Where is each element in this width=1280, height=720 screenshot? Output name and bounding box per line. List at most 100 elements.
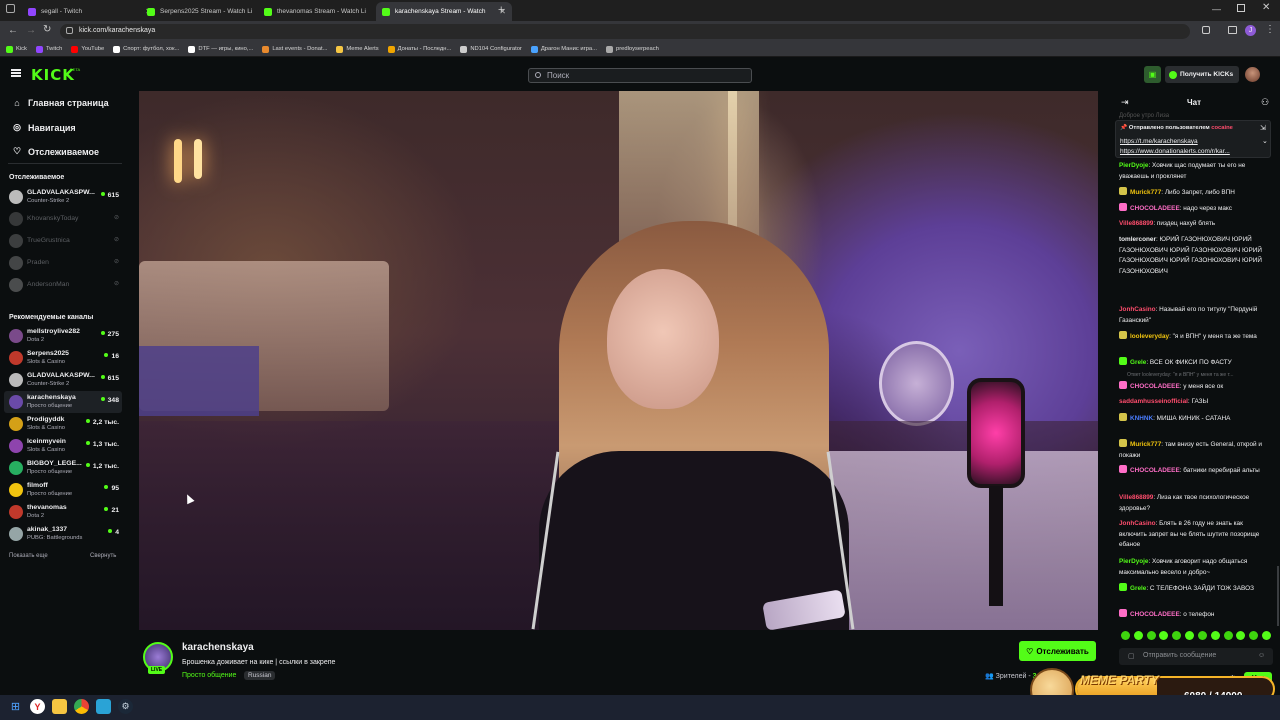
channel-item[interactable]: Praden ⊘ [4,252,122,274]
chat-message[interactable]: Murick777: Либо Запрет, либо ВПН [1119,187,1269,199]
chat-username[interactable]: Ville868899 [1119,220,1153,227]
follow-button[interactable]: ♡ Отслеживать [1019,641,1096,661]
address-bar[interactable]: kick.com/karachenskaya [60,24,1190,39]
bookmark-item[interactable]: Донаты - Последн... [387,45,451,53]
channel-item[interactable]: BIGBOY_LEGE... Просто общение 1,2 тыс. [4,457,122,479]
pinned-link[interactable]: https://t.me/karachenskaya [1120,138,1198,145]
chat-message[interactable]: Grele: ВСЕ ОК ФИКСИ ПО ФАСТУ [1119,357,1269,369]
kick-logo[interactable]: KICK [31,66,75,84]
maximize-icon[interactable] [1237,4,1245,12]
channel-item[interactable]: Iceinmyvein Slots & Casino 1,3 тыс. [4,435,122,457]
emote-icon[interactable] [1159,631,1169,640]
browser-tab[interactable]: Serpens2025 Stream - Watch Li ✕ [141,2,277,21]
unpin-icon[interactable]: ⇲ [1260,124,1266,132]
video-player[interactable] [139,91,1098,630]
chat-username[interactable]: saddamhusseinofficial [1119,398,1188,405]
chat-scrollbar[interactable] [1277,566,1279,626]
bookmark-item[interactable]: ND104 Configurator [460,45,522,53]
bookmark-item[interactable]: YouTube [71,45,104,53]
chat-settings-icon[interactable]: ▢ [1128,652,1135,660]
profile-avatar[interactable]: J [1245,25,1256,36]
emote-icon[interactable] [1172,631,1182,640]
emote-icon[interactable] [1210,631,1220,640]
channel-item[interactable]: GLADVALAKASPW... Counter-Strike 2 615 [4,186,122,208]
tab-search-icon[interactable] [6,4,15,13]
emote-icon[interactable] [1197,631,1207,640]
channel-item[interactable]: mellstroylive282 Dota 2 275 [4,325,122,347]
bookmark-item[interactable]: predloyserpeach [605,45,659,53]
chat-username[interactable]: Ville868899 [1119,494,1153,501]
chat-username[interactable]: looleveryday [1130,333,1169,340]
chat-message[interactable]: CHOCOLADEEE: у меня все ок [1119,381,1269,393]
pinned-message[interactable]: 📌 Отправлено пользователем cocaine https… [1115,120,1271,158]
chat-username[interactable]: CHOCOLADEEE [1130,205,1180,212]
channel-item[interactable]: AndersonMan ⊘ [4,274,122,296]
hamburger-menu-icon[interactable] [11,69,21,71]
show-more-link[interactable]: Показать еще [9,553,48,559]
emoji-icon[interactable]: ☺ [1258,652,1265,659]
bookmark-item[interactable]: Kick [6,45,27,53]
collapse-link[interactable]: Свернуть [90,553,116,559]
browser-tab[interactable]: segall - Twitch ✕ [22,2,158,21]
channel-item[interactable]: filmoff Просто общение 95 [4,479,122,501]
site-info-icon[interactable] [66,27,73,34]
chat-message[interactable]: KNHNK: МИША КИНИК - САТАНА [1119,413,1269,425]
chat-username[interactable]: JonhCasino [1119,306,1156,313]
chat-message[interactable]: Ville868899: пиздец нахуй блять [1119,219,1269,230]
emote-icon[interactable] [1185,631,1195,640]
notepad-icon[interactable] [96,699,111,714]
yandex-browser-icon[interactable]: Y [30,699,45,714]
emote-icon[interactable] [1223,631,1233,640]
bookmark-item[interactable]: Meme Alerts [336,45,379,53]
bookmark-item[interactable]: Twitch [35,45,62,53]
bookmark-item[interactable]: Last events - Donat... [262,45,327,53]
chat-username[interactable]: tomlerconer [1119,236,1156,243]
nav-home[interactable]: ⌂ Главная страница [12,98,108,108]
nav-following[interactable]: ♡ Отслеживаемое [12,146,99,157]
stream-category-link[interactable]: Просто общение [182,672,236,679]
emote-icon[interactable] [1146,631,1156,640]
new-tab-icon[interactable]: + [498,4,504,16]
collapse-chat-icon[interactable]: ⇥ [1121,97,1129,108]
chrome-icon[interactable] [74,699,89,714]
drops-icon[interactable]: ▣ [1144,66,1161,83]
chat-message[interactable]: PierDyoje: Ховчик аговорит надо общаться… [1119,557,1269,578]
chat-message[interactable]: Ville868899: Лиза как твое психологическ… [1119,493,1269,514]
file-explorer-icon[interactable] [52,699,67,714]
channel-item[interactable]: TrueGrustnica ⊘ [4,230,122,252]
chat-message[interactable]: JonhCasino: Называй его по титулу "Перду… [1119,305,1269,326]
bookmark-item[interactable]: Спорт: футбол, хок... [113,45,179,53]
chat-message[interactable]: tomlerconer: ЮРИЙ ГАЗОНЮХОВИЧ ЮРИЙ ГАЗОН… [1119,235,1269,277]
language-tag[interactable]: Russian [244,671,276,680]
emote-icon[interactable] [1249,631,1259,640]
chat-username[interactable]: KNHNK [1130,415,1153,422]
pinned-link[interactable]: https://www.donationalerts.com/r/kar... [1120,148,1260,155]
emote-icon[interactable] [1121,631,1130,640]
emote-icon[interactable] [1236,631,1246,640]
user-avatar[interactable] [1245,67,1260,82]
emote-icon[interactable] [1261,631,1271,640]
chat-username[interactable]: Grele [1130,359,1146,366]
minimize-icon[interactable]: — [1212,4,1221,14]
extensions-icon[interactable] [1202,26,1210,34]
emote-icon[interactable] [1133,631,1143,640]
bookmark-item[interactable]: DTF — игры, кино,... [188,45,253,53]
chat-username[interactable]: CHOCOLADEEE [1130,467,1180,474]
channel-item[interactable]: KhovanskyToday ⊘ [4,208,122,230]
chat-username[interactable]: CHOCOLADEEE [1130,611,1180,618]
channel-item[interactable]: Prodigyddk Slots & Casino 2,2 тыс. [4,413,122,435]
chat-username[interactable]: JonhCasino [1119,520,1156,527]
windows-start-icon[interactable]: ⊞ [8,699,23,714]
chat-message[interactable]: Grele: С ТЕЛЕФОНА ЗАЙДИ ТОЖ ЗАВОЗ [1119,583,1269,595]
search-input[interactable]: Поиск [528,68,752,83]
chat-message[interactable]: CHOCOLADEEE: надо через макс [1119,203,1269,215]
browser-tab[interactable]: thevanomas Stream - Watch Li ✕ [258,2,394,21]
chat-username[interactable]: PierDyoje [1119,162,1148,169]
back-arrow-icon[interactable]: ← [8,25,18,36]
chat-users-icon[interactable]: ⚇ [1261,97,1269,108]
chat-message[interactable]: saddamhusseinofficial: ГАЗЫ [1119,397,1269,408]
chat-message[interactable]: looleveryday: "я и ВПН" у меня та же тем… [1119,331,1269,343]
get-kicks-button[interactable]: Получить KICKs [1165,66,1239,83]
close-window-icon[interactable]: ✕ [1262,2,1270,13]
chat-input[interactable]: ▢ Отправить сообщение ☺ [1119,648,1273,665]
